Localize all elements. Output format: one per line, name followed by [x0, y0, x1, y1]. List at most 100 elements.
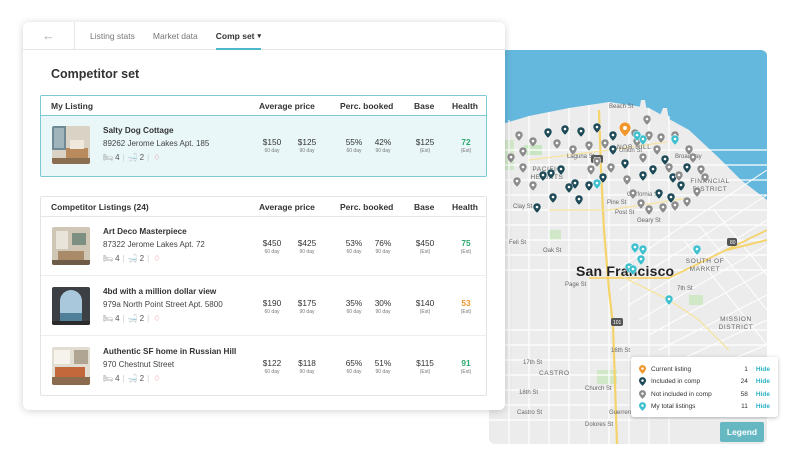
- teal-pin-icon[interactable]: [630, 240, 640, 254]
- listing-photo: [52, 347, 90, 385]
- metric-value: 72: [461, 137, 471, 147]
- my-listing-card: My Listing Average price Perc. booked Ba…: [40, 95, 487, 177]
- gray-pin-icon[interactable]: [622, 172, 632, 186]
- dark-pin-icon[interactable]: [576, 124, 586, 138]
- gray-pin-icon[interactable]: [674, 168, 684, 182]
- metric-value: $175: [297, 298, 317, 308]
- dark-pin-icon[interactable]: [546, 166, 556, 180]
- price-60: $122 60 day: [257, 358, 287, 375]
- competitor-header: Competitor Listings (24) Average price P…: [41, 197, 486, 217]
- dark-pin-icon[interactable]: [543, 125, 553, 139]
- dark-pin-icon[interactable]: [532, 200, 542, 214]
- gray-pin-icon[interactable]: [568, 142, 578, 156]
- gray-pin-icon[interactable]: [514, 128, 524, 142]
- table-row[interactable]: Art Deco Masterpiece 87322 Jerome Lakes …: [41, 217, 486, 276]
- orange-pin-icon[interactable]: [618, 121, 632, 138]
- teal-pin-icon[interactable]: [636, 252, 646, 266]
- gray-pin-icon[interactable]: [642, 112, 652, 126]
- dark-pin-icon[interactable]: [654, 186, 664, 200]
- dark-pin-icon[interactable]: [638, 168, 648, 182]
- metric-value: 42%: [374, 137, 392, 147]
- gray-pin-icon[interactable]: [688, 150, 698, 164]
- metric-value: $450: [262, 238, 282, 248]
- table-row[interactable]: Authentic SF home in Russian Hill 970 Ch…: [41, 337, 486, 396]
- orange-pin-icon: [639, 364, 646, 374]
- price-90: $175 90 day: [292, 298, 322, 315]
- bed-icon: 🛏: [103, 254, 114, 263]
- dark-pin-icon[interactable]: [538, 168, 548, 182]
- metric-value: 51%: [374, 358, 392, 368]
- dark-pin-icon[interactable]: [564, 180, 574, 194]
- tab-listing-stats[interactable]: Listing stats: [90, 22, 135, 50]
- teal-pin-icon[interactable]: [692, 242, 702, 256]
- dark-pin-icon[interactable]: [548, 190, 558, 204]
- gray-pin-icon[interactable]: [600, 136, 610, 150]
- section-title: Competitor Listings (24): [51, 202, 149, 212]
- dark-pin-icon[interactable]: [608, 142, 618, 156]
- dark-pin-icon[interactable]: [620, 156, 630, 170]
- legend-button[interactable]: Legend: [720, 422, 764, 442]
- dark-pin-icon[interactable]: [584, 178, 594, 192]
- gray-pin-icon[interactable]: [692, 184, 702, 198]
- gray-pin-icon[interactable]: [638, 150, 648, 164]
- teal-pin-icon[interactable]: [592, 176, 602, 190]
- gray-pin-icon[interactable]: [664, 160, 674, 174]
- gray-pin-icon[interactable]: [658, 200, 668, 214]
- gray-pin-icon[interactable]: [644, 202, 654, 216]
- gray-pin-icon[interactable]: [528, 134, 538, 148]
- metric-sublabel: (Est): [419, 148, 431, 154]
- gray-pin-icon[interactable]: [628, 186, 638, 200]
- dark-pin-icon[interactable]: [556, 162, 566, 176]
- booked-90: 76% 90 day: [368, 238, 398, 255]
- street-label: Beach St: [609, 104, 634, 110]
- table-row[interactable]: 4bd with a million dollar view 979a Nort…: [41, 277, 486, 336]
- teal-pin-icon[interactable]: [664, 292, 674, 306]
- metric-value: 55%: [345, 137, 363, 147]
- my-listing-row[interactable]: Salty Dog Cottage 89262 Jerome Lakes Apt…: [41, 116, 486, 176]
- back-button[interactable]: ←: [23, 22, 75, 50]
- gray-pin-icon[interactable]: [512, 174, 522, 188]
- tab-comp-set[interactable]: Comp set ▾: [215, 22, 262, 50]
- teal-pin-icon[interactable]: [670, 132, 680, 146]
- teal-pin-icon[interactable]: [628, 262, 638, 276]
- legend-row-not-included: Not included in comp 58 Hide: [639, 388, 770, 401]
- dark-pin-icon[interactable]: [592, 120, 602, 134]
- metric-sublabel: 90 day: [375, 309, 391, 315]
- teal-pin-icon[interactable]: [638, 242, 648, 256]
- bedrooms-count: 4: [115, 374, 120, 383]
- gray-pin-icon[interactable]: [506, 150, 516, 164]
- section-title: My Listing: [51, 101, 94, 111]
- dark-pin-icon[interactable]: [574, 192, 584, 206]
- gray-pin-icon[interactable]: [606, 160, 616, 174]
- gray-pin-icon[interactable]: [528, 178, 538, 192]
- gray-pin-icon[interactable]: [700, 170, 710, 184]
- dark-pin-icon[interactable]: [560, 122, 570, 136]
- legend-hide-link[interactable]: Hide: [756, 403, 770, 410]
- gray-pin-icon[interactable]: [518, 144, 528, 158]
- gray-pin-icon[interactable]: [682, 194, 692, 208]
- metric-sublabel: 60 day: [346, 148, 362, 154]
- metric-value: 75: [461, 238, 471, 248]
- teal-pin-icon[interactable]: [632, 128, 642, 142]
- dark-pin-icon[interactable]: [608, 128, 618, 142]
- legend-label: My total listings: [651, 403, 696, 411]
- gray-pin-icon[interactable]: [518, 160, 528, 174]
- legend-hide-link[interactable]: Hide: [756, 366, 770, 373]
- col-avg-price: Average price: [259, 101, 315, 111]
- gray-pin-icon[interactable]: [636, 196, 646, 210]
- gray-pin-icon[interactable]: [592, 154, 602, 168]
- gray-pin-icon[interactable]: [584, 138, 594, 152]
- bedrooms-count: 4: [115, 153, 120, 162]
- baths-count: 2: [139, 254, 145, 263]
- gray-pin-icon[interactable]: [670, 198, 680, 212]
- airbnb-icon: ♢: [153, 314, 161, 323]
- gray-pin-icon[interactable]: [552, 136, 562, 150]
- tab-market-data[interactable]: Market data: [153, 22, 198, 50]
- bed-icon: 🛏: [103, 153, 114, 162]
- legend-hide-link[interactable]: Hide: [756, 378, 770, 385]
- gray-pin-icon[interactable]: [652, 142, 662, 156]
- legend-hide-link[interactable]: Hide: [756, 391, 770, 398]
- gray-pin-icon[interactable]: [656, 130, 666, 144]
- teal-pin-icon: [639, 402, 646, 412]
- dark-pin-icon[interactable]: [648, 162, 658, 176]
